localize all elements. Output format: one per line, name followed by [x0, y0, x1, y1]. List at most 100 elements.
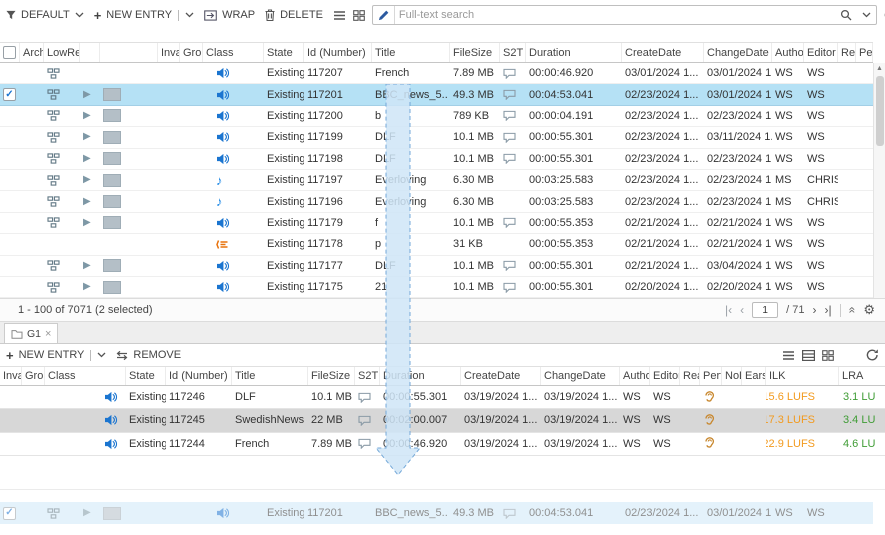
- page-number-input[interactable]: [752, 302, 778, 318]
- prev-page-button[interactable]: ‹: [740, 303, 744, 317]
- column-header[interactable]: LowRes: [44, 43, 80, 62]
- column-header[interactable]: Grou: [22, 367, 45, 385]
- column-header[interactable]: [0, 43, 20, 62]
- vertical-scrollbar[interactable]: ▲: [873, 63, 885, 298]
- column-header[interactable]: NoDi: [722, 367, 742, 385]
- column-header[interactable]: ChangeDate: [541, 367, 620, 385]
- checkbox-cell[interactable]: ✓: [0, 84, 20, 104]
- detail-view-button[interactable]: [802, 350, 815, 361]
- play-cell[interactable]: ▶: [80, 106, 100, 126]
- column-header[interactable]: Read: [838, 43, 856, 62]
- remove-button[interactable]: REMOVE: [116, 349, 181, 361]
- column-header[interactable]: [100, 43, 158, 62]
- play-icon[interactable]: ▶: [83, 132, 91, 142]
- grid-view-button[interactable]: [353, 10, 365, 21]
- next-page-button[interactable]: ›: [813, 303, 817, 317]
- table-row[interactable]: ▶Existing117179f10.1 MB00:00:55.35302/21…: [0, 213, 873, 234]
- column-header[interactable]: Ears: [742, 367, 766, 385]
- row-checkbox[interactable]: ✓: [3, 88, 16, 101]
- column-header[interactable]: [80, 43, 100, 62]
- column-header[interactable]: S2T: [500, 43, 526, 62]
- list-view-button[interactable]: [782, 350, 795, 361]
- search-options-chevron[interactable]: [857, 6, 876, 24]
- play-cell[interactable]: ▶: [80, 256, 100, 276]
- column-header[interactable]: Archi: [20, 43, 44, 62]
- column-header[interactable]: Grou: [180, 43, 203, 62]
- table-row[interactable]: ▶Existing117200b789 KB00:00:04.19102/23/…: [0, 106, 873, 127]
- column-header[interactable]: Inval: [158, 43, 180, 62]
- collection-new-entry-button[interactable]: + NEW ENTRY: [6, 349, 106, 362]
- column-header[interactable]: Class: [45, 367, 126, 385]
- column-header[interactable]: Title: [372, 43, 450, 62]
- play-cell[interactable]: ▶: [80, 84, 100, 104]
- table-row[interactable]: Existing117244French7.89 MB00:00:46.9200…: [0, 433, 885, 456]
- settings-gear-icon[interactable]: ⚙: [863, 302, 875, 318]
- column-header[interactable]: Class: [203, 43, 264, 62]
- table-row[interactable]: Existing117245SwedishNews22 MB00:02:00.0…: [0, 409, 885, 432]
- column-header[interactable]: Editor: [804, 43, 838, 62]
- column-header[interactable]: FileSize: [450, 43, 500, 62]
- table-row[interactable]: ▶Existing1171752110.1 MB00:00:55.30102/2…: [0, 277, 873, 298]
- delete-button[interactable]: DELETE: [265, 9, 323, 21]
- search-input[interactable]: [395, 7, 835, 23]
- play-cell[interactable]: ▶: [80, 127, 100, 147]
- play-icon[interactable]: ▶: [83, 175, 91, 185]
- filter-preset-button[interactable]: DEFAULT: [6, 9, 84, 21]
- scroll-up-icon[interactable]: ▲: [876, 65, 883, 72]
- column-header[interactable]: State: [126, 367, 166, 385]
- column-header[interactable]: Editor: [650, 367, 680, 385]
- list-view-button[interactable]: [333, 10, 346, 21]
- column-header[interactable]: S2T: [355, 367, 380, 385]
- table-row[interactable]: ✓▶Existing117201BBC_news_5..49.3 MB00:04…: [0, 84, 873, 105]
- table-row[interactable]: ▶Existing117177DLF10.1 MB00:00:55.30102/…: [0, 256, 873, 277]
- column-header[interactable]: ChangeDate: [704, 43, 772, 62]
- play-icon[interactable]: ▶: [83, 111, 91, 121]
- row-checkbox[interactable]: ✓: [3, 507, 16, 520]
- play-icon[interactable]: ▶: [83, 508, 91, 518]
- play-icon[interactable]: ▶: [83, 261, 91, 271]
- grid-view-button[interactable]: [822, 350, 834, 361]
- column-header[interactable]: Id (Number): [166, 367, 232, 385]
- column-header[interactable]: Perfe: [856, 43, 873, 62]
- column-header[interactable]: Duration: [526, 43, 622, 62]
- column-header[interactable]: Title: [232, 367, 308, 385]
- column-header[interactable]: ILK: [766, 367, 839, 385]
- column-header[interactable]: State: [264, 43, 304, 62]
- play-icon[interactable]: ▶: [83, 218, 91, 228]
- column-header[interactable]: Duration: [380, 367, 461, 385]
- checkbox-cell[interactable]: ✓: [0, 502, 20, 524]
- play-cell[interactable]: ▶: [80, 149, 100, 169]
- column-header[interactable]: Author: [772, 43, 804, 62]
- play-cell[interactable]: ▶: [80, 277, 100, 297]
- refresh-button[interactable]: [866, 349, 879, 361]
- table-row[interactable]: Existing117178p31 KB00:00:55.35302/21/20…: [0, 234, 873, 255]
- column-header[interactable]: Perfe: [700, 367, 722, 385]
- first-page-button[interactable]: |‹: [725, 303, 732, 317]
- column-header[interactable]: Read: [680, 367, 700, 385]
- column-header[interactable]: FileSize: [308, 367, 355, 385]
- select-all-checkbox[interactable]: [3, 46, 16, 59]
- play-icon[interactable]: ▶: [83, 154, 91, 164]
- close-tab-icon[interactable]: ×: [45, 328, 51, 340]
- column-header[interactable]: Author: [620, 367, 650, 385]
- play-icon[interactable]: ▶: [83, 282, 91, 292]
- column-header[interactable]: Id (Number): [304, 43, 372, 62]
- table-row[interactable]: ▶Existing117198DLF10.1 MB00:00:55.30102/…: [0, 149, 873, 170]
- table-row[interactable]: ▶Existing117199DLF10.1 MB00:00:55.30102/…: [0, 127, 873, 148]
- play-cell[interactable]: ▶: [80, 191, 100, 211]
- search-icon[interactable]: [835, 6, 857, 24]
- wrap-button[interactable]: WRAP: [204, 9, 255, 21]
- table-row[interactable]: Existing117207French7.89 MB00:00:46.9200…: [0, 63, 873, 84]
- table-row[interactable]: Existing117246DLF10.1 MB00:00:55.30103/1…: [0, 386, 885, 409]
- column-header[interactable]: LRA: [839, 367, 885, 385]
- play-icon[interactable]: ▶: [83, 197, 91, 207]
- column-header[interactable]: CreateDate: [622, 43, 704, 62]
- new-entry-button[interactable]: + NEW ENTRY: [94, 9, 194, 22]
- table-row[interactable]: ▶♪Existing117197Everloving6.30 MB00:03:2…: [0, 170, 873, 191]
- play-cell[interactable]: ▶: [80, 502, 100, 524]
- tab-g1[interactable]: G1 ×: [4, 323, 58, 343]
- play-icon[interactable]: ▶: [83, 90, 91, 100]
- play-cell[interactable]: ▶: [80, 213, 100, 233]
- column-header[interactable]: Inval: [0, 367, 22, 385]
- column-header[interactable]: CreateDate: [461, 367, 541, 385]
